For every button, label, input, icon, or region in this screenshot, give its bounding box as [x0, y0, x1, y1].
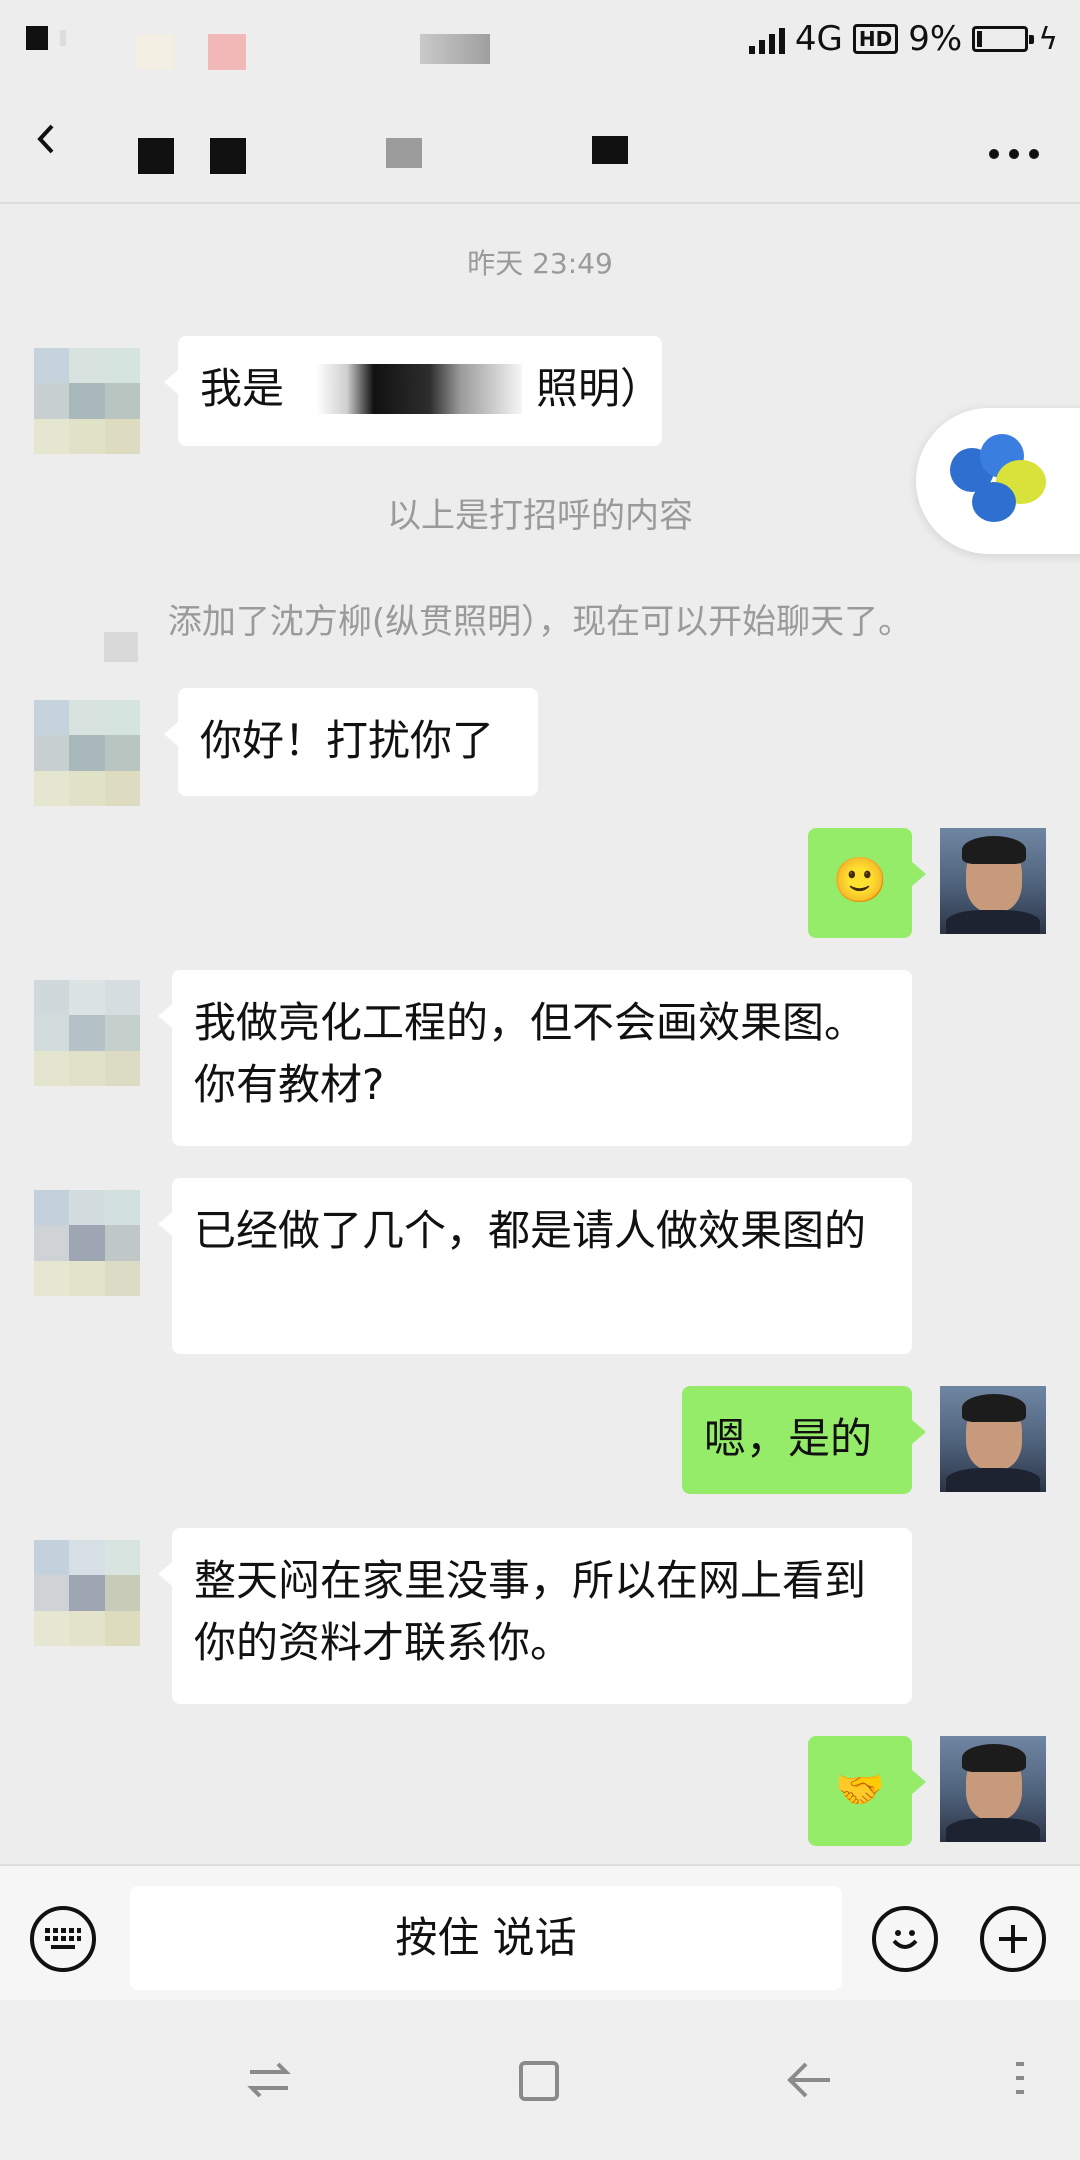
- menu-icon[interactable]: [1014, 2060, 1028, 2100]
- notification-icon: [208, 34, 246, 70]
- network-label: 4G: [794, 19, 843, 59]
- message-timestamp: 昨天 23:49: [467, 247, 613, 280]
- contact-avatar[interactable]: [34, 1540, 140, 1646]
- message-text: 已经做了几个，都是请人做效果图的: [194, 1206, 867, 1255]
- notification-icon: [26, 26, 48, 50]
- signal-icon: [748, 24, 785, 54]
- hold-to-talk-button[interactable]: 按住 说话: [130, 1886, 842, 1990]
- contact-avatar[interactable]: [34, 700, 140, 806]
- battery-percent: 9%: [908, 19, 963, 59]
- message-text: 我做亮化工程的，但不会画效果图。你有教材?: [194, 998, 867, 1109]
- my-avatar[interactable]: [940, 1736, 1046, 1842]
- charging-icon: ϟ: [1038, 21, 1058, 57]
- chat-title: [138, 136, 638, 178]
- message-bubble-incoming[interactable]: 整天闷在家里没事，所以在网上看到你的资料才联系你。: [158, 1528, 912, 1704]
- redaction-block: [316, 364, 522, 414]
- chat-input-bar: 按住 说话: [0, 1864, 1080, 2000]
- recent-apps-icon[interactable]: [246, 2060, 292, 2104]
- battery-icon: [972, 26, 1035, 52]
- smile-emoji-icon: 🙂: [832, 855, 888, 906]
- notification-icon: [420, 34, 490, 64]
- my-avatar[interactable]: [940, 828, 1046, 934]
- message-bubble-outgoing[interactable]: 🤝: [808, 1736, 926, 1846]
- back-icon[interactable]: [786, 2060, 832, 2104]
- handshake-emoji-icon: 🤝: [835, 1767, 885, 1813]
- emoji-icon[interactable]: [872, 1906, 938, 1972]
- message-text: 整天闷在家里没事，所以在网上看到你的资料才联系你。: [194, 1556, 867, 1667]
- status-indicators: 4G HD 9% ϟ: [748, 14, 1058, 64]
- chat-header: [0, 80, 1080, 204]
- message-bubble-outgoing[interactable]: 嗯，是的: [682, 1386, 926, 1494]
- my-avatar[interactable]: [940, 1386, 1046, 1492]
- contact-avatar[interactable]: [34, 980, 140, 1086]
- add-icon[interactable]: [980, 1906, 1046, 1972]
- contact-avatar[interactable]: [34, 348, 140, 454]
- system-message: 以上是打招呼的内容: [387, 496, 693, 536]
- keyboard-icon[interactable]: [30, 1906, 96, 1972]
- system-message: 添加了沈方柳(纵贯照明），现在可以开始聊天了。: [167, 602, 913, 642]
- message-bubble-incoming[interactable]: 已经做了几个，都是请人做效果图的: [158, 1178, 912, 1354]
- back-arrow-icon[interactable]: [36, 120, 56, 166]
- redaction-block: [104, 632, 138, 662]
- system-navigation-bar: [0, 2000, 1080, 2160]
- message-bubble-incoming[interactable]: 我是 照明）: [164, 336, 662, 446]
- hd-icon: HD: [852, 24, 899, 54]
- more-options-icon[interactable]: [988, 110, 1040, 173]
- contact-avatar[interactable]: [34, 1190, 140, 1296]
- message-bubble-incoming[interactable]: 我做亮化工程的，但不会画效果图。你有教材?: [158, 970, 912, 1146]
- notification-icon: [60, 30, 66, 46]
- message-bubble-incoming[interactable]: 你好！打扰你了: [164, 688, 538, 796]
- notification-icon: [136, 34, 174, 70]
- message-bubble-outgoing[interactable]: 🙂: [808, 828, 926, 938]
- message-text: 嗯，是的: [704, 1414, 873, 1463]
- status-bar: 4G HD 9% ϟ: [0, 0, 1080, 80]
- message-text: 你好！打扰你了: [200, 716, 495, 765]
- home-icon[interactable]: [518, 2060, 560, 2106]
